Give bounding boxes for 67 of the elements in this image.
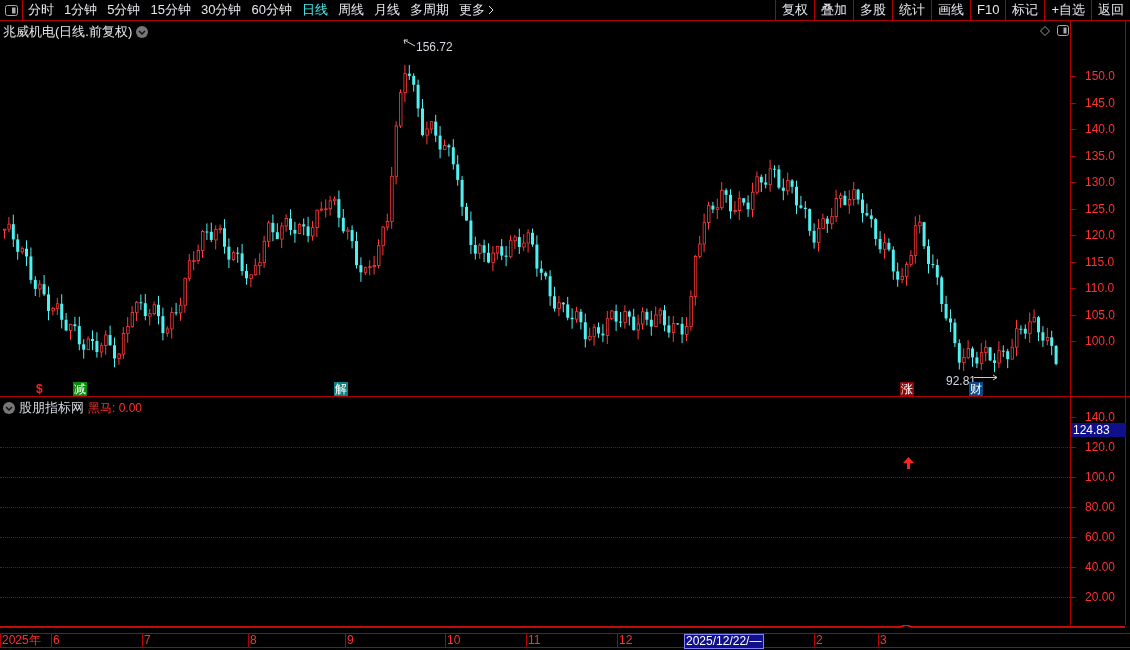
panel-toggle-icon[interactable] bbox=[4, 4, 18, 16]
dropdown-icon[interactable] bbox=[136, 25, 149, 38]
axis-label: 120.0 bbox=[1085, 229, 1116, 241]
diamond-icon[interactable] bbox=[1040, 26, 1050, 36]
date-label: 11 bbox=[526, 634, 541, 647]
period-tab[interactable]: 日线 bbox=[301, 0, 328, 20]
date-label: 3 bbox=[878, 634, 887, 647]
toolbar-button[interactable]: 统计 bbox=[892, 0, 931, 20]
more-button[interactable]: 更多 bbox=[458, 0, 494, 20]
toolbar-button[interactable]: 复权 bbox=[775, 0, 814, 20]
toolbar-button[interactable]: 多股 bbox=[853, 0, 892, 20]
axis-label: 135.0 bbox=[1085, 149, 1116, 162]
period-tab[interactable]: 周线 bbox=[337, 0, 364, 20]
chevron-right-icon bbox=[487, 5, 494, 15]
axis-label: 80.00 bbox=[1085, 501, 1116, 513]
axis-label: 140.0 bbox=[1085, 123, 1116, 135]
date-label: 9 bbox=[345, 634, 354, 647]
event-tag: 涨 bbox=[900, 382, 914, 396]
indicator-value: 黑马: 0.00 bbox=[88, 399, 143, 417]
axis-label: 105.0 bbox=[1085, 308, 1116, 321]
period-tab[interactable]: 分时 bbox=[28, 0, 54, 20]
period-tab[interactable]: 多周期 bbox=[409, 0, 449, 20]
cursor-date-label: 2025/12/22/— bbox=[684, 634, 764, 649]
toolbar-button[interactable]: F10 bbox=[970, 0, 1006, 20]
event-tag: 减 bbox=[73, 382, 87, 396]
low-arrow-icon bbox=[974, 374, 998, 381]
period-tab[interactable]: 15分钟 bbox=[150, 0, 191, 20]
axis-label: 40.00 bbox=[1085, 561, 1116, 573]
axis-label: 125.0 bbox=[1085, 202, 1116, 215]
date-label: 6 bbox=[51, 634, 60, 647]
date-label: 2025年 bbox=[0, 634, 41, 647]
axis-label: 120.0 bbox=[1085, 441, 1116, 453]
dropdown-icon[interactable] bbox=[3, 401, 15, 414]
axis-label: 150.0 bbox=[1085, 70, 1116, 82]
up-arrow-icon bbox=[903, 457, 914, 469]
dollar-marker: $ bbox=[36, 383, 43, 395]
axis-label: 140.0 bbox=[1085, 411, 1116, 423]
period-tab[interactable]: 5分钟 bbox=[107, 0, 141, 20]
toolbar-button[interactable]: 返回 bbox=[1091, 0, 1130, 20]
period-tab[interactable]: 30分钟 bbox=[200, 0, 242, 20]
axis-label: 60.00 bbox=[1085, 531, 1116, 543]
toolbar-button[interactable]: +自选 bbox=[1044, 0, 1091, 20]
axis-label: 100.0 bbox=[1085, 335, 1116, 347]
date-label: 10 bbox=[445, 634, 461, 647]
high-price-label: 156.72 bbox=[416, 39, 453, 56]
toolbar-button[interactable]: 叠加 bbox=[814, 0, 853, 20]
date-label: 12 bbox=[617, 634, 633, 647]
period-tab[interactable]: 60分钟 bbox=[251, 0, 292, 20]
axis-label: 130.0 bbox=[1085, 176, 1116, 188]
axis-label: 20.00 bbox=[1085, 591, 1116, 603]
toolbar-button[interactable]: 标记 bbox=[1005, 0, 1045, 20]
indicator-name: 股朋指标网 bbox=[19, 399, 84, 417]
date-label: 2 bbox=[814, 634, 823, 647]
axis-label: 100.0 bbox=[1085, 471, 1116, 483]
high-arrow-icon bbox=[402, 39, 416, 48]
stock-title: 兆威机电(日线.前复权) bbox=[3, 23, 133, 41]
event-tag: 解 bbox=[334, 382, 348, 396]
period-tab[interactable]: 1分钟 bbox=[64, 0, 98, 20]
current-value-badge: 124.83 bbox=[1071, 423, 1126, 437]
toolbar-button[interactable]: 画线 bbox=[931, 0, 970, 20]
date-label: 7 bbox=[142, 634, 151, 647]
date-label: 8 bbox=[248, 634, 257, 647]
axis-label: 110.0 bbox=[1085, 282, 1115, 294]
panel-toggle-icon[interactable] bbox=[1057, 25, 1069, 36]
period-tab[interactable]: 月线 bbox=[373, 0, 400, 20]
axis-label: 145.0 bbox=[1085, 96, 1116, 109]
axis-label: 115.0 bbox=[1085, 255, 1115, 268]
